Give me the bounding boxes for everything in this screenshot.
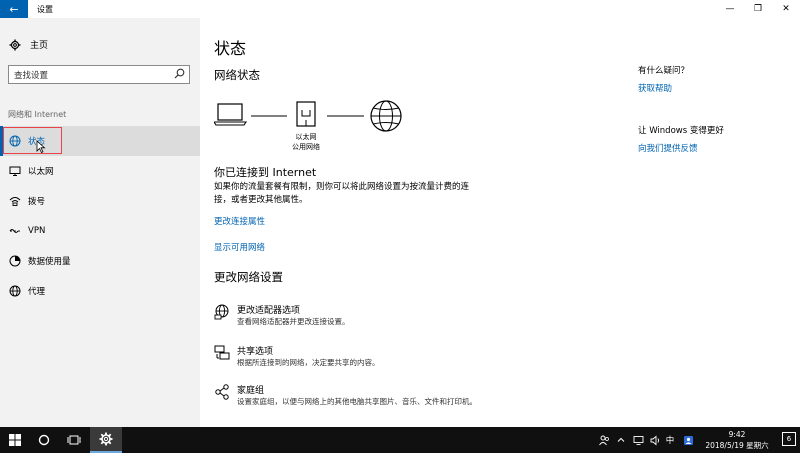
clock-date: 2018/5/19 星期六 <box>705 441 769 450</box>
restore-icon: ❐ <box>753 4 763 14</box>
network-tray-button[interactable] <box>630 427 646 453</box>
search-icon <box>174 68 185 79</box>
ime-button[interactable]: 中 <box>663 427 677 453</box>
network-diagram: 以太网 公用网络 <box>214 100 402 151</box>
sharing-options-item[interactable]: 共享选项 根据所连接到的网络，决定要共享的内容。 <box>214 344 614 380</box>
gear-icon <box>99 432 113 446</box>
notification-count: 6 <box>786 435 792 443</box>
change-connection-properties-link[interactable]: 更改连接属性 <box>214 215 265 227</box>
minimize-button[interactable]: — <box>716 0 744 18</box>
get-help-link[interactable]: 获取帮助 <box>638 82 672 94</box>
dialup-icon <box>9 197 21 206</box>
sidebar-item-status[interactable]: 状态 <box>0 126 200 156</box>
sidebar-item-ethernet[interactable]: 以太网 <box>0 156 200 186</box>
sidebar-item-label: 拨号 <box>28 197 46 207</box>
connected-description: 如果你的流量套餐有限制，则你可以将此网络设置为按流量计费的连接，或者更改其他属性… <box>214 182 470 205</box>
question-heading: 有什么疑问？ <box>638 66 690 76</box>
start-button[interactable] <box>0 427 30 453</box>
sidebar-item-label: 以太网 <box>28 167 54 177</box>
mouse-cursor-icon <box>36 140 46 153</box>
notification-center-button[interactable]: 6 <box>782 432 796 446</box>
option-description: 查看网络适配器并更改连接设置。 <box>237 317 350 326</box>
minimize-icon: — <box>725 4 735 14</box>
sidebar: 主页 查找设置 网络和 Internet 状态 以太网 拨号 VPN 数据使用量 <box>0 18 200 427</box>
sidebar-item-vpn[interactable]: VPN <box>0 216 200 246</box>
feedback-link[interactable]: 向我们提供反馈 <box>638 142 698 154</box>
data-usage-icon <box>9 255 21 267</box>
sidebar-item-label: 数据使用量 <box>28 257 71 267</box>
cortana-circle-icon <box>38 434 50 446</box>
task-view-icon <box>67 435 81 445</box>
option-description: 根据所连接到的网络，决定要共享的内容。 <box>237 358 380 367</box>
back-arrow-icon: ← <box>9 2 19 16</box>
monitor-icon <box>9 166 21 176</box>
sidebar-item-data-usage[interactable]: 数据使用量 <box>0 246 200 276</box>
adapter-globe-icon <box>214 304 229 320</box>
improve-windows-heading: 让 Windows 变得更好 <box>638 126 724 136</box>
laptop-icon <box>214 103 248 126</box>
homegroup-icon <box>215 384 229 400</box>
restore-button[interactable]: ❐ <box>744 0 772 18</box>
diagram-label-ethernet: 以太网 <box>296 132 317 141</box>
close-button[interactable]: ✕ <box>772 0 800 18</box>
network-status-title: 网络状态 <box>214 68 260 82</box>
settings-taskbar-button[interactable] <box>90 427 122 453</box>
sidebar-item-label: 代理 <box>28 287 46 297</box>
ime-label: 中 <box>665 436 675 446</box>
option-description: 设置家庭组，以便与网络上的其他电脑共享图片、音乐、文件和打印机。 <box>237 397 477 406</box>
back-button[interactable]: ← <box>0 0 28 18</box>
window-controls: — ❐ ✕ <box>716 0 800 18</box>
gear-icon <box>9 39 21 50</box>
homegroup-item[interactable]: 家庭组 设置家庭组，以便与网络上的其他电脑共享图片、音乐、文件和打印机。 <box>214 383 614 419</box>
adapter-options-item[interactable]: 更改适配器选项 查看网络适配器并更改连接设置。 <box>214 303 614 339</box>
taskbar: 中 9:42 2018/5/19 星期六 6 <box>0 427 800 453</box>
home-link[interactable]: 主页 <box>8 38 48 51</box>
chevron-up-icon <box>617 437 625 442</box>
ethernet-icon <box>296 101 316 127</box>
internet-globe-icon <box>370 100 402 132</box>
sidebar-item-label: VPN <box>28 226 46 236</box>
vpn-icon <box>9 229 20 233</box>
highlight-box <box>3 127 62 154</box>
tray-app-icon <box>683 435 693 445</box>
clock-time: 9:42 <box>728 430 746 439</box>
volume-tray-button[interactable] <box>647 427 663 453</box>
network-monitor-icon <box>633 435 643 445</box>
sharing-icon <box>214 345 230 360</box>
sidebar-item-proxy[interactable]: 代理 <box>0 276 200 306</box>
page-title: 状态 <box>214 39 247 58</box>
option-title: 共享选项 <box>237 347 274 357</box>
close-icon: ✕ <box>782 4 790 14</box>
section-label: 网络和 Internet <box>8 110 67 119</box>
home-label: 主页 <box>30 41 49 51</box>
search-placeholder: 查找设置 <box>14 70 49 81</box>
show-available-networks-link[interactable]: 显示可用网络 <box>214 241 265 253</box>
option-title: 更改适配器选项 <box>237 306 301 316</box>
people-icon <box>598 435 609 445</box>
diagram-label-public: 公用网络 <box>292 142 320 151</box>
task-view-button[interactable] <box>59 427 89 453</box>
search-button[interactable] <box>29 427 59 453</box>
clock[interactable]: 9:42 2018/5/19 星期六 <box>702 429 772 451</box>
window-title: 设置 <box>37 4 53 14</box>
option-title: 家庭组 <box>237 386 265 396</box>
change-settings-title: 更改网络设置 <box>214 270 283 284</box>
connected-title: 你已连接到 Internet <box>214 166 317 179</box>
sidebar-nav: 状态 以太网 拨号 VPN 数据使用量 代理 <box>0 126 200 306</box>
globe-icon <box>9 285 21 297</box>
title-bar: ← 设置 — ❐ ✕ <box>0 0 800 18</box>
windows-logo-icon <box>9 434 21 446</box>
tray-overflow-button[interactable] <box>614 427 628 453</box>
sidebar-item-dialup[interactable]: 拨号 <box>0 186 200 216</box>
volume-icon <box>650 435 659 445</box>
tray-app-button[interactable] <box>680 427 696 453</box>
search-input[interactable]: 查找设置 <box>8 65 190 84</box>
people-button[interactable] <box>596 427 612 453</box>
